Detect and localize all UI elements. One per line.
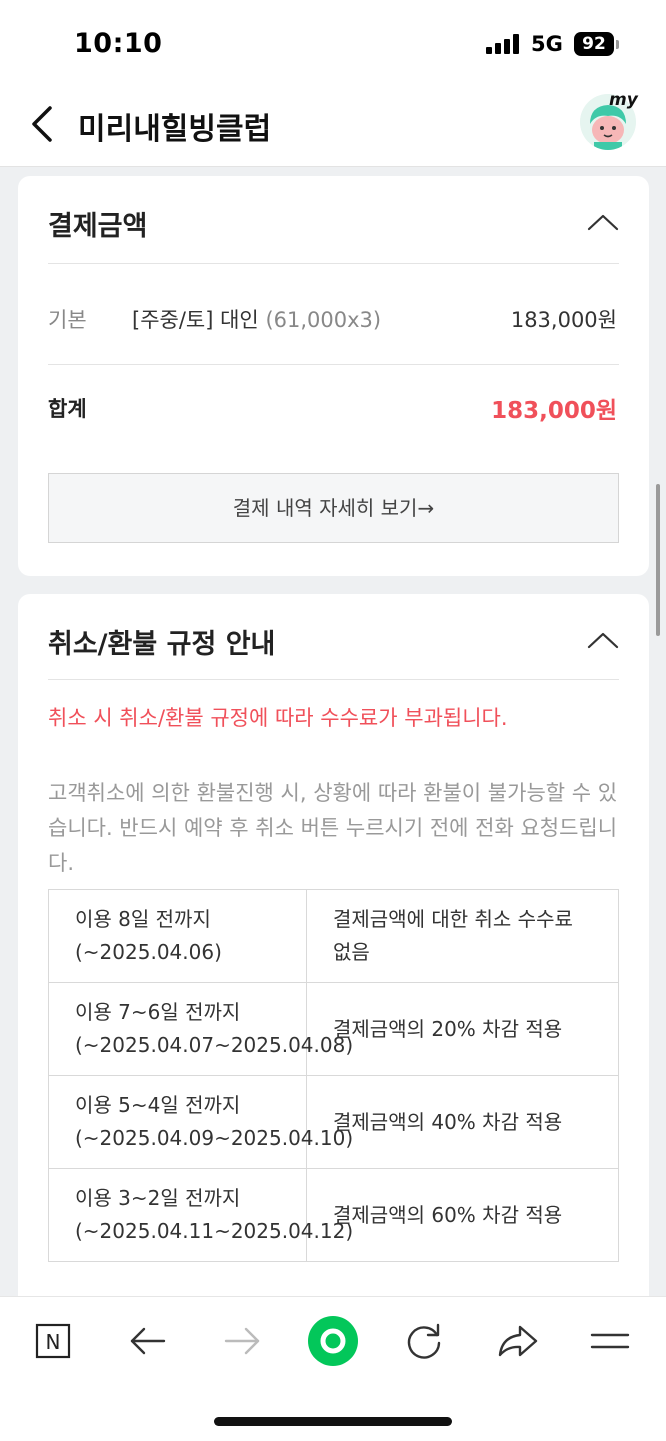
battery-cap <box>616 40 619 49</box>
refund-policy-card: 취소/환불 규정 안내 취소 시 취소/환불 규정에 따라 수수료가 부과됩니다… <box>18 594 649 1334</box>
table-row: 이용 5~4일 전까지 (~2025.04.09~2025.04.10) 결제금… <box>48 1075 619 1169</box>
table-row: 이용 3~2일 전까지 (~2025.04.11~2025.04.12) 결제금… <box>48 1168 619 1262</box>
policy-period: 이용 7~6일 전까지 (~2025.04.07~2025.04.08) <box>48 982 353 1076</box>
policy-fee: 결제금액의 40% 차감 적용 <box>306 1075 619 1169</box>
hamburger-icon <box>590 1333 630 1349</box>
divider <box>48 679 619 680</box>
home-indicator[interactable] <box>214 1417 452 1426</box>
svg-text:N: N <box>46 1330 61 1354</box>
divider <box>48 364 619 365</box>
policy-fee: 결제금액에 대한 취소 수수료 없음 <box>306 889 619 983</box>
payment-title: 결제금액 <box>48 211 148 242</box>
chevron-left-icon <box>32 106 52 142</box>
table-row: 이용 7~6일 전까지 (~2025.04.07~2025.04.08) 결제금… <box>48 982 619 1076</box>
item-amount: 183,000원 <box>510 308 617 332</box>
arrow-right-icon <box>224 1327 260 1355</box>
policy-period: 이용 5~4일 전까지 (~2025.04.09~2025.04.10) <box>48 1075 353 1169</box>
green-dot-icon <box>308 1316 358 1366</box>
refund-warning: 취소 시 취소/환불 규정에 따라 수수료가 부과됩니다. <box>48 706 508 730</box>
chevron-up-icon[interactable] <box>586 212 620 232</box>
network-type: 5G <box>531 32 563 56</box>
item-name: [주중/토] 대인 (61,000x3) <box>132 304 381 334</box>
app-header: 미리내힐빙클럽 <box>0 88 666 167</box>
forward-nav-button[interactable] <box>214 1319 270 1363</box>
item-qty: (61,000x3) <box>265 308 382 332</box>
item-category: 기본 <box>48 308 87 332</box>
signal-icon <box>486 34 520 54</box>
total-amount: 183,000원 <box>491 398 617 424</box>
status-bar: 10:10 5G 92 <box>0 0 666 88</box>
arrow-left-icon <box>130 1327 166 1355</box>
back-button[interactable] <box>26 102 62 146</box>
scrollbar[interactable] <box>656 484 660 636</box>
chevron-up-icon[interactable] <box>586 630 620 650</box>
naver-home-button[interactable]: N <box>31 1319 87 1363</box>
page-title: 미리내힐빙클럽 <box>78 112 272 147</box>
battery-icon: 92 <box>574 32 614 56</box>
refund-description: 고객취소에 의한 환불진행 시, 상황에 따라 환불이 불가능할 수 있습니다.… <box>48 781 618 875</box>
policy-period: 이용 8일 전까지 (~2025.04.06) <box>48 889 307 983</box>
table-row: 이용 8일 전까지 (~2025.04.06) 결제금액에 대한 취소 수수료 … <box>48 889 619 983</box>
naver-green-dot-button[interactable] <box>305 1313 361 1369</box>
refresh-button[interactable] <box>396 1319 452 1363</box>
naver-icon: N <box>35 1323 71 1359</box>
policy-fee: 결제금액의 20% 차감 적용 <box>306 982 619 1076</box>
policy-fee: 결제금액의 60% 차감 적용 <box>306 1168 619 1262</box>
refresh-icon <box>407 1323 441 1359</box>
browser-toolbar: N <box>0 1296 666 1441</box>
back-nav-button[interactable] <box>120 1319 176 1363</box>
refund-title: 취소/환불 규정 안내 <box>48 629 276 660</box>
refund-policy-table: 이용 8일 전까지 (~2025.04.06) 결제금액에 대한 취소 수수료 … <box>48 889 619 1262</box>
item-name-text: [주중/토] 대인 <box>132 308 259 332</box>
payment-card: 결제금액 기본 [주중/토] 대인 (61,000x3) 183,000원 합계… <box>18 176 649 576</box>
payment-detail-button[interactable]: 결제 내역 자세히 보기→ <box>48 473 619 543</box>
share-icon <box>498 1325 538 1357</box>
share-button[interactable] <box>490 1319 546 1363</box>
divider <box>48 263 619 264</box>
status-time: 10:10 <box>74 28 163 59</box>
policy-period: 이용 3~2일 전까지 (~2025.04.11~2025.04.12) <box>48 1168 353 1262</box>
my-label: my <box>609 90 638 110</box>
menu-button[interactable] <box>582 1319 638 1363</box>
total-label: 합계 <box>48 397 87 421</box>
